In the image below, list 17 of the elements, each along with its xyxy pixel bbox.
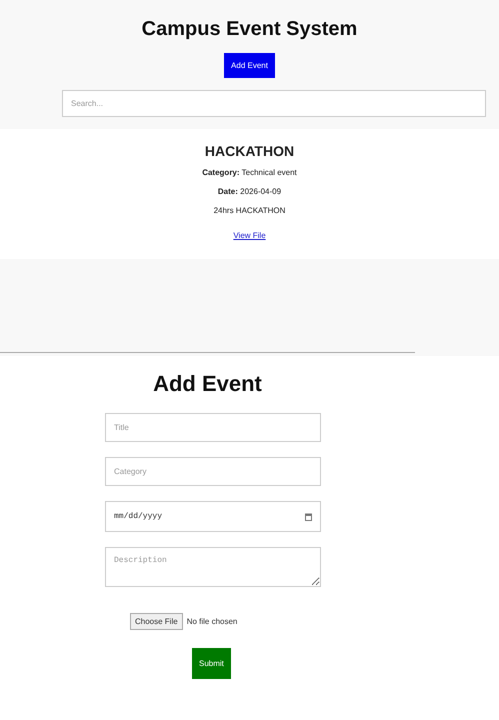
view-file-link[interactable]: View File (233, 231, 266, 240)
file-status: No file chosen (186, 617, 238, 626)
text-field[interactable]: Category (105, 457, 321, 486)
search-field[interactable]: Search... (62, 90, 486, 117)
submit-button[interactable]: Submit (192, 648, 231, 679)
choose-file-button[interactable]: Choose File (130, 613, 183, 630)
text-field[interactable]: Title (105, 413, 321, 442)
calendar-icon[interactable] (305, 512, 312, 520)
app-title: Campus Event System (140, 18, 358, 41)
event-title: HACKATHON (204, 143, 296, 159)
event-date: Date: 2026-04-09 (216, 187, 282, 196)
form-title: Add Event (152, 371, 263, 397)
event-category: Category: Technical event (201, 168, 298, 177)
description-field[interactable]: Description (105, 547, 321, 587)
date-field[interactable]: mm/dd/yyyy (105, 501, 321, 532)
add-event-button[interactable]: Add Event (224, 53, 275, 78)
event-description: 24hrs HACKATHON (212, 206, 286, 215)
